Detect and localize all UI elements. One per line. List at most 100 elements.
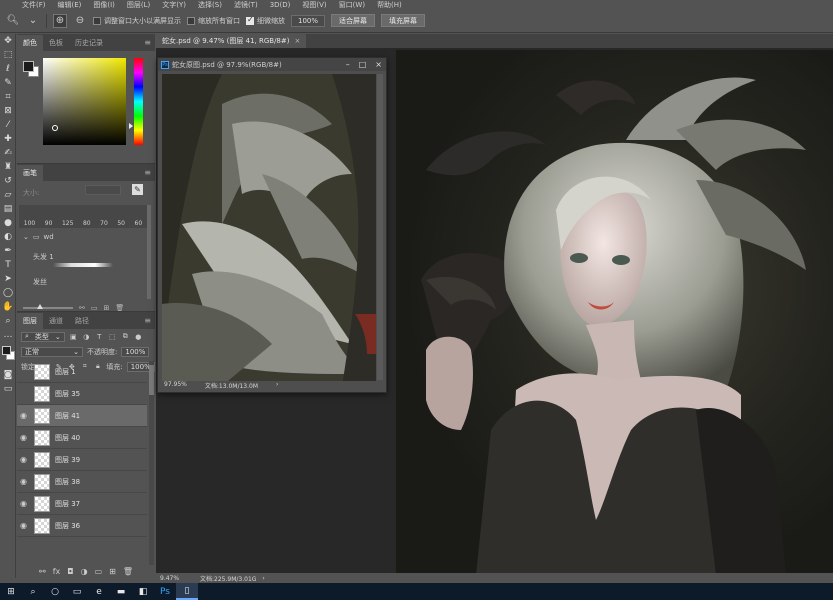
layer-row[interactable]: ◉ 图层 1 xyxy=(17,361,147,383)
eyedropper-tool-icon[interactable]: ⁄ xyxy=(0,118,16,132)
zoom-in-icon[interactable]: ⊕ xyxy=(53,13,67,28)
scrollbar-thumb[interactable] xyxy=(149,365,154,395)
layer-row[interactable]: ◉ 图层 37 xyxy=(17,493,147,515)
visibility-eye-icon[interactable]: ◉ xyxy=(17,411,30,420)
brush-preset[interactable]: 90 xyxy=(45,220,53,227)
path-select-tool-icon[interactable]: ➤ xyxy=(0,272,16,286)
tab-brushes[interactable]: 画笔 xyxy=(17,165,43,181)
reference-canvas[interactable] xyxy=(162,74,376,386)
store-icon[interactable]: ◧ xyxy=(132,583,154,600)
layer-row[interactable]: ◉ 图层 41 xyxy=(17,405,147,427)
pen-tool-icon[interactable]: ✒ xyxy=(0,244,16,258)
minimize-icon[interactable]: – xyxy=(346,60,350,69)
blend-mode-select[interactable]: 正常 ⌄ xyxy=(21,346,83,357)
windows-start-icon[interactable]: ⊞ xyxy=(0,583,22,600)
layer-scrollbar[interactable] xyxy=(149,361,154,565)
opacity-field[interactable]: 100% xyxy=(121,346,150,357)
history-brush-tool-icon[interactable]: ↺ xyxy=(0,174,16,188)
chevron-right-icon[interactable]: › xyxy=(276,381,278,390)
search-icon[interactable]: ⌕ xyxy=(22,583,44,600)
brush-preview-slider[interactable] xyxy=(23,304,73,309)
visibility-eye-icon[interactable]: ◉ xyxy=(17,521,30,530)
checkbox-box[interactable] xyxy=(93,16,101,25)
zoom-tool-icon[interactable]: ⌕ xyxy=(0,314,16,328)
visibility-eye-icon[interactable]: ◉ xyxy=(17,455,30,464)
clone-stamp-tool-icon[interactable]: ♜ xyxy=(0,160,16,174)
visibility-eye-icon[interactable]: ◉ xyxy=(17,499,30,508)
more-tools-icon[interactable]: … xyxy=(0,328,16,342)
color-swatches[interactable] xyxy=(0,342,15,368)
brush-preset[interactable]: 100 xyxy=(24,220,35,227)
floating-window-titlebar[interactable]: Ps 蛇女原图.psd @ 97.9%(RGB/8#) – □ × xyxy=(158,58,386,71)
dropdown-arrow-icon[interactable]: ⌄ xyxy=(26,14,40,28)
zoom-tool-icon[interactable]: 🔍︎ xyxy=(6,14,20,28)
crop-tool-icon[interactable]: ⌗ xyxy=(0,90,16,104)
visibility-eye-icon[interactable]: ◉ xyxy=(17,367,30,376)
panel-menu-icon[interactable]: ≡ xyxy=(144,38,151,47)
edge-browser-icon[interactable]: e xyxy=(88,583,110,600)
hue-slider-arrow[interactable] xyxy=(129,123,133,129)
hand-tool-icon[interactable]: ✋ xyxy=(0,300,16,314)
layer-name[interactable]: 图层 39 xyxy=(55,455,80,465)
fill-screen-button[interactable]: 填充屏幕 xyxy=(381,14,426,27)
brush-preset[interactable]: 60 xyxy=(135,220,143,227)
quick-mask-icon[interactable]: ◙ xyxy=(0,368,16,382)
menu-item[interactable]: 3D(D) xyxy=(264,1,297,9)
eraser-tool-icon[interactable]: ▱ xyxy=(0,188,16,202)
chevron-down-icon[interactable]: ⌄ xyxy=(23,233,29,241)
layer-name[interactable]: 图层 35 xyxy=(55,389,80,399)
link-layers-icon[interactable]: ⚯ xyxy=(39,567,46,576)
filter-adjustment-icon[interactable]: ◑ xyxy=(82,332,91,341)
layer-row[interactable]: ◉ 图层 36 xyxy=(17,515,147,537)
tab-channels[interactable]: 通道 xyxy=(43,313,69,329)
resize-windows-checkbox[interactable]: 调整窗口大小以满屏显示 xyxy=(93,16,181,26)
brush-preset[interactable]: 50 xyxy=(117,220,125,227)
filter-pixel-icon[interactable]: ▣ xyxy=(69,332,78,341)
layer-row[interactable]: ◉ 图层 35 xyxy=(17,383,147,405)
brush-tool-icon[interactable]: ✍ xyxy=(0,146,16,160)
filter-toggle-icon[interactable]: ● xyxy=(134,332,143,341)
blur-tool-icon[interactable]: ● xyxy=(0,216,16,230)
brush-folder[interactable]: ⌄ ▭ wd xyxy=(23,233,54,241)
panel-menu-icon[interactable]: ≡ xyxy=(144,316,151,325)
layer-row[interactable]: ◉ 图层 39 xyxy=(17,449,147,471)
tab-paths[interactable]: 路径 xyxy=(69,313,95,329)
zoom-all-windows-checkbox[interactable]: 缩放所有窗口 xyxy=(187,16,240,26)
ellipse-tool-icon[interactable]: ◯ xyxy=(0,286,16,300)
new-group-icon[interactable]: ▭ xyxy=(95,567,103,576)
lasso-tool-icon[interactable]: ℓ xyxy=(0,62,16,76)
document-tab[interactable]: 蛇女.psd @ 9.47% (图层 41, RGB/8#) × xyxy=(156,34,307,48)
fit-screen-button[interactable]: 适合屏幕 xyxy=(331,14,376,27)
layer-name[interactable]: 图层 38 xyxy=(55,477,80,487)
brush-scrollbar[interactable] xyxy=(147,205,151,299)
scrubby-zoom-checkbox[interactable]: 细微缩放 xyxy=(246,15,285,26)
layer-name[interactable]: 图层 36 xyxy=(55,521,80,531)
maximize-icon[interactable]: □ xyxy=(359,60,367,69)
marquee-tool-icon[interactable]: ⬚ xyxy=(0,48,16,62)
layer-name[interactable]: 图层 37 xyxy=(55,499,80,509)
type-tool-icon[interactable]: T xyxy=(0,258,16,272)
file-explorer-icon[interactable]: ▬ xyxy=(110,583,132,600)
layer-row[interactable]: ◉ 图层 40 xyxy=(17,427,147,449)
floating-zoom-value[interactable]: 97.95% xyxy=(164,381,187,390)
layer-row[interactable]: ◉ 图层 38 xyxy=(17,471,147,493)
filter-shape-icon[interactable]: ⬚ xyxy=(108,332,117,341)
trash-icon[interactable]: 🗑︎ xyxy=(123,567,133,576)
move-tool-icon[interactable]: ✥ xyxy=(0,34,16,48)
floating-window-scrollbar[interactable] xyxy=(377,74,383,380)
zoom-100-button[interactable]: 100% xyxy=(291,14,326,27)
task-view-icon[interactable]: ▭ xyxy=(66,583,88,600)
screen-mode-icon[interactable]: ▭ xyxy=(0,382,16,396)
cortana-icon[interactable]: ○ xyxy=(44,583,66,600)
visibility-eye-icon[interactable]: ◉ xyxy=(17,433,30,442)
zoom-out-icon[interactable]: ⊖ xyxy=(73,14,87,28)
layer-name[interactable]: 图层 40 xyxy=(55,433,80,443)
adjustment-layer-icon[interactable]: ◑ xyxy=(81,567,88,576)
floating-document-window[interactable]: Ps 蛇女原图.psd @ 97.9%(RGB/8#) – □ × 97.95%… xyxy=(157,57,387,393)
tab-swatches[interactable]: 色板 xyxy=(43,35,69,51)
tab-history[interactable]: 历史记录 xyxy=(69,35,109,51)
brush-size-field[interactable] xyxy=(85,185,121,195)
slider-knob[interactable] xyxy=(37,304,43,309)
new-layer-icon[interactable]: ⊞ xyxy=(109,567,116,576)
color-picker-marker[interactable] xyxy=(52,125,58,131)
